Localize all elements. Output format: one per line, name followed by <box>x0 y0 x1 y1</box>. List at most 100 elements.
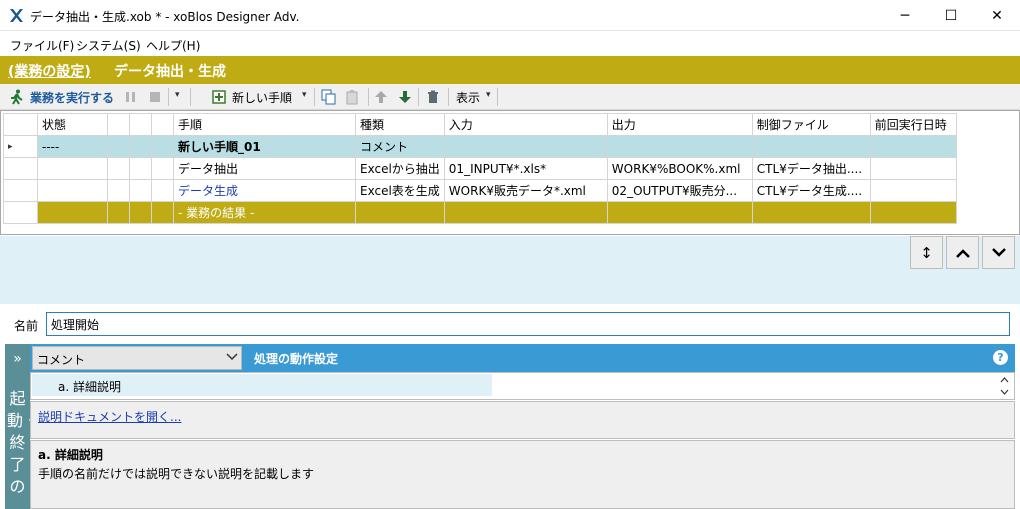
cell-result-label[interactable]: - 業務の結果 - <box>173 201 356 224</box>
menu-system[interactable]: システム(S) <box>76 37 141 54</box>
cell-status[interactable] <box>37 157 108 180</box>
column-header-output[interactable]: 出力 <box>606 113 753 136</box>
cell[interactable] <box>107 179 130 202</box>
move-down-icon[interactable] <box>396 88 414 106</box>
page-title: データ抽出・生成 <box>114 64 226 80</box>
column-header-status[interactable]: 状態 <box>37 113 108 136</box>
new-step-dropdown-icon[interactable]: ▾ <box>302 90 307 100</box>
column-header-step[interactable]: 手順 <box>173 113 356 136</box>
column-header[interactable] <box>107 113 130 136</box>
cell[interactable] <box>869 201 957 224</box>
title-bar: データ抽出・生成.xob * - xoBlos Designer Adv. ─ … <box>0 0 1020 31</box>
column-header-control[interactable]: 制御ファイル <box>751 113 871 136</box>
column-header[interactable] <box>129 113 152 136</box>
list-item-label[interactable]: a. 詳細説明 <box>58 378 121 395</box>
move-up-icon[interactable] <box>372 88 390 106</box>
minimize-button[interactable]: ─ <box>882 0 928 31</box>
paste-icon[interactable] <box>344 88 362 106</box>
steps-grid: 状態 手順 種類 入力 出力 制御ファイル 前回実行日時 ▸ ---- 新しい手… <box>0 110 1020 235</box>
cell-type[interactable]: コメント <box>355 135 445 158</box>
settings-link[interactable]: (業務の設定) <box>8 61 91 81</box>
menu-help[interactable]: ヘルプ(H) <box>146 37 200 54</box>
cell[interactable] <box>37 201 108 224</box>
run-icon[interactable] <box>8 88 26 106</box>
scroll-down-icon[interactable] <box>1000 389 1009 395</box>
row-marker[interactable] <box>3 157 38 180</box>
cell[interactable] <box>751 201 871 224</box>
cell[interactable] <box>443 201 608 224</box>
side-collapse-strip[interactable]: » 起動・終了の <box>5 344 39 509</box>
cell[interactable] <box>129 201 152 224</box>
cell-input[interactable] <box>443 135 608 158</box>
run-button[interactable]: 業務を実行する <box>30 89 114 106</box>
cell-control[interactable]: CTL¥データ生成.... <box>751 179 871 202</box>
column-header-last-run[interactable]: 前回実行日時 <box>869 113 957 136</box>
cell-control[interactable] <box>751 135 871 158</box>
menu-file[interactable]: ファイル(F) <box>10 37 74 54</box>
cell[interactable] <box>151 135 174 158</box>
name-input[interactable]: 処理開始 <box>46 312 1010 336</box>
cell[interactable] <box>151 157 174 180</box>
cell-output[interactable] <box>606 135 753 158</box>
cell-output[interactable]: 02_OUTPUT¥販売分... <box>606 179 753 202</box>
cell-output[interactable]: WORK¥%BOOK%.xml <box>606 157 753 180</box>
cell-type[interactable]: Excel表を生成 <box>355 179 445 202</box>
description-text: 手順の名前だけでは説明できない説明を記載します <box>38 467 315 481</box>
row-marker-icon[interactable]: ▸ <box>3 135 38 158</box>
cell[interactable] <box>107 201 130 224</box>
cell[interactable] <box>129 179 152 202</box>
cell[interactable] <box>107 157 130 180</box>
chevron-up-icon <box>955 248 970 258</box>
cell-control[interactable]: CTL¥データ抽出.... <box>751 157 871 180</box>
step-type-select[interactable]: コメント <box>32 346 242 370</box>
cell[interactable] <box>129 157 152 180</box>
pause-icon[interactable] <box>122 88 140 106</box>
new-step-icon[interactable] <box>210 88 228 106</box>
cell[interactable] <box>129 135 152 158</box>
close-button[interactable]: ✕ <box>974 0 1020 31</box>
cell[interactable] <box>151 201 174 224</box>
view-button[interactable]: 表示 <box>456 89 480 106</box>
cell-input[interactable]: WORK¥販売データ*.xml <box>443 179 608 202</box>
column-header-input[interactable]: 入力 <box>443 113 608 136</box>
cell-last-run[interactable] <box>869 179 957 202</box>
column-header[interactable] <box>151 113 174 136</box>
view-dropdown-icon[interactable]: ▾ <box>486 90 491 100</box>
result-row[interactable]: - 業務の結果 - <box>3 201 957 224</box>
cell[interactable] <box>606 201 753 224</box>
column-header-type[interactable]: 種類 <box>355 113 445 136</box>
cell-type[interactable]: Excelから抽出 <box>355 157 445 180</box>
cell-step[interactable]: データ生成 <box>173 179 356 202</box>
toolbar-separator <box>190 88 191 106</box>
expand-icon[interactable]: » <box>5 351 30 367</box>
cell-step[interactable]: データ抽出 <box>173 157 356 180</box>
move-up-button[interactable] <box>946 236 979 269</box>
cell-last-run[interactable] <box>869 135 957 158</box>
cell-status[interactable] <box>37 179 108 202</box>
resize-button[interactable]: ↕ <box>910 236 943 269</box>
table-row[interactable]: データ生成 Excel表を生成 WORK¥販売データ*.xml 02_OUTPU… <box>3 179 957 202</box>
scroll-up-icon[interactable] <box>1000 377 1009 383</box>
cell-input[interactable]: 01_INPUT¥*.xls* <box>443 157 608 180</box>
move-down-button[interactable] <box>982 236 1015 269</box>
steps-table: 状態 手順 種類 入力 出力 制御ファイル 前回実行日時 ▸ ---- 新しい手… <box>3 113 957 224</box>
copy-icon[interactable] <box>320 88 338 106</box>
cell[interactable] <box>355 201 445 224</box>
maximize-button[interactable]: ☐ <box>928 0 974 31</box>
table-row[interactable]: ▸ ---- 新しい手順_01 コメント <box>3 135 957 158</box>
trash-icon[interactable] <box>424 88 442 106</box>
cell-last-run[interactable] <box>869 157 957 180</box>
cell-step[interactable]: 新しい手順_01 <box>173 135 356 158</box>
row-marker[interactable] <box>3 201 38 224</box>
cell-status[interactable]: ---- <box>37 135 108 158</box>
table-row[interactable]: データ抽出 Excelから抽出 01_INPUT¥*.xls* WORK¥%BO… <box>3 157 957 180</box>
toolbar-dropdown-icon[interactable]: ▾ <box>175 90 180 100</box>
open-doc-link[interactable]: 説明ドキュメントを開く... <box>38 408 181 425</box>
cell[interactable] <box>107 135 130 158</box>
new-step-button[interactable]: 新しい手順 <box>232 89 292 106</box>
cell[interactable] <box>151 179 174 202</box>
stop-icon[interactable] <box>146 88 164 106</box>
chevron-down-icon[interactable] <box>226 353 238 361</box>
help-icon[interactable]: ? <box>993 350 1008 365</box>
row-marker[interactable] <box>3 179 38 202</box>
